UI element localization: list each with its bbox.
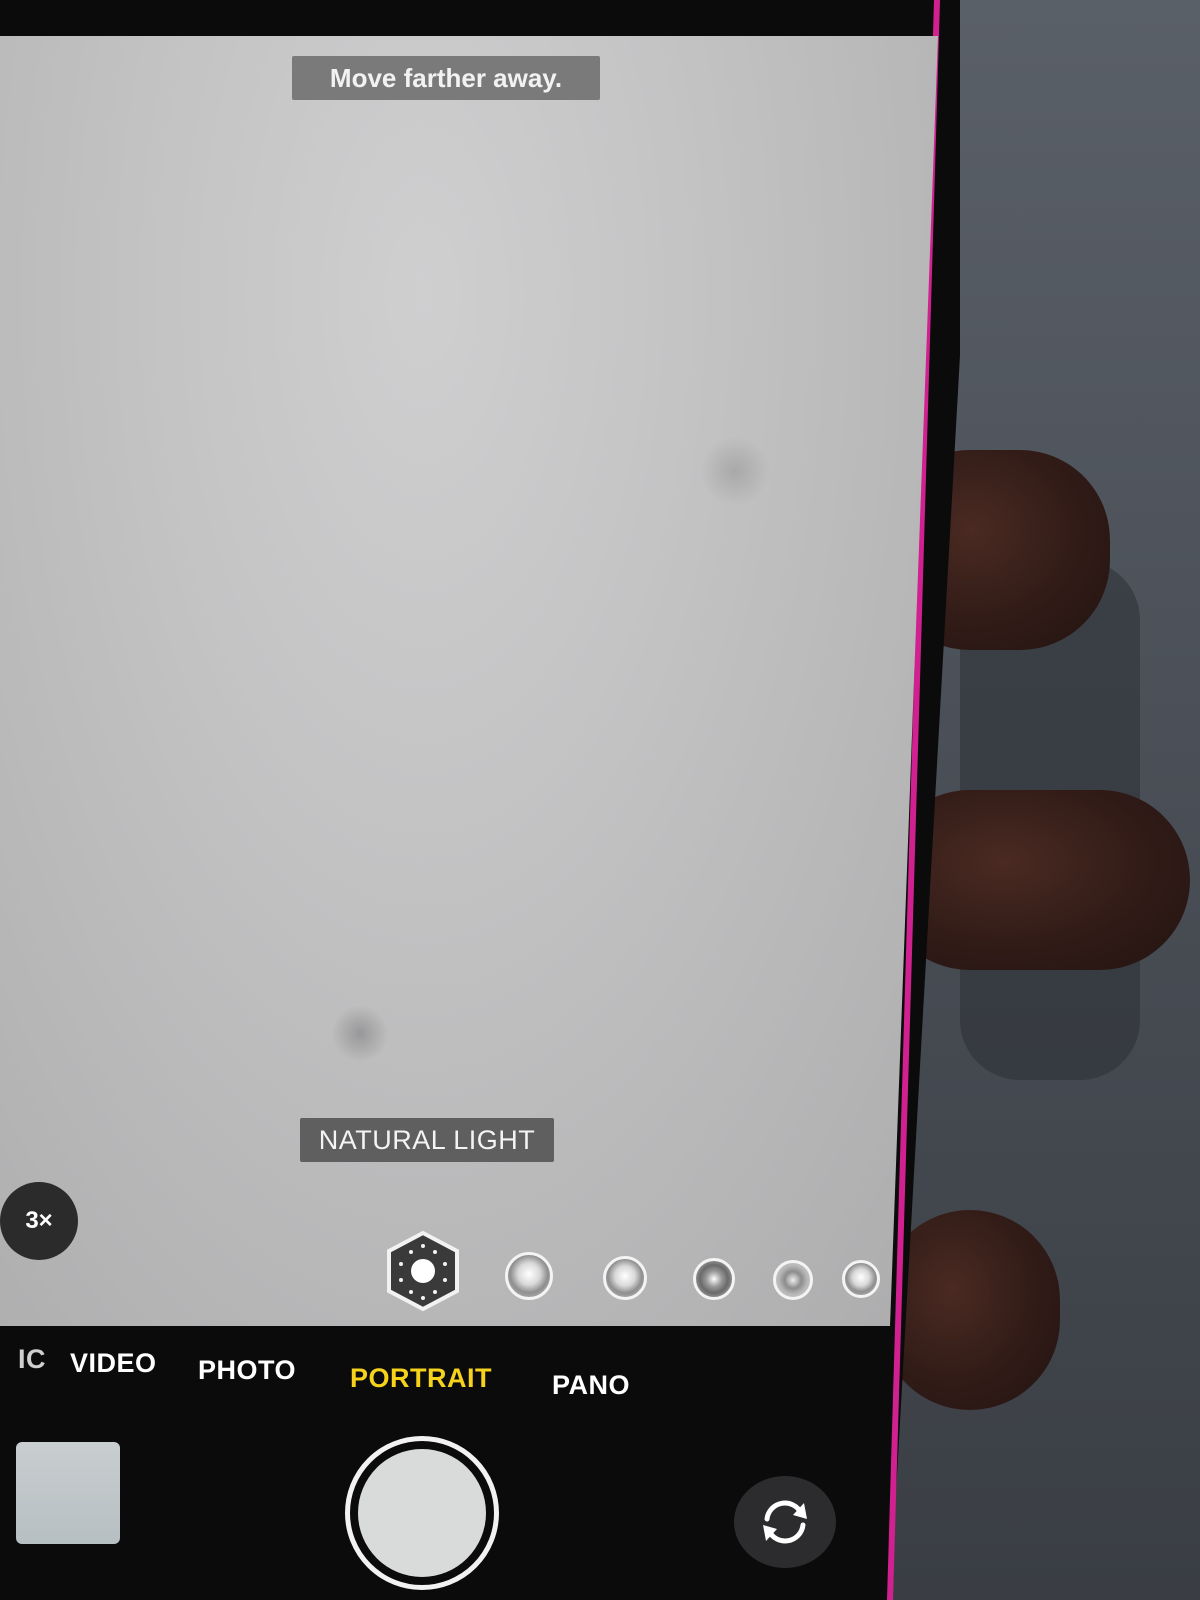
studio-light-icon[interactable] <box>505 1252 553 1300</box>
lens-smudge <box>330 1006 390 1061</box>
lens-smudge <box>700 436 770 506</box>
stage-light-icon[interactable] <box>693 1258 735 1300</box>
mode-portrait[interactable]: PORTRAIT <box>350 1363 492 1394</box>
mode-photo[interactable]: PHOTO <box>198 1355 296 1386</box>
contour-light-icon[interactable] <box>603 1256 647 1300</box>
stage-light-mono-icon[interactable] <box>773 1260 813 1300</box>
distance-hint-banner: Move farther away. <box>292 56 600 100</box>
lighting-effect-label: NATURAL LIGHT <box>300 1118 554 1162</box>
switch-camera-button[interactable] <box>734 1476 836 1568</box>
switch-camera-icon <box>763 1500 807 1544</box>
shutter-button-inner <box>358 1449 486 1577</box>
zoom-button[interactable]: 3× <box>0 1182 78 1260</box>
viewfinder[interactable]: Move farther away. NATURAL LIGHT 3× <box>0 36 938 1326</box>
high-key-light-mono-icon[interactable] <box>842 1260 880 1298</box>
camera-mode-selector[interactable]: IC VIDEO PHOTO PORTRAIT PANO <box>0 1330 900 1400</box>
portrait-lighting-dial[interactable] <box>385 1230 905 1320</box>
last-photo-thumbnail[interactable] <box>16 1442 120 1544</box>
mode-video[interactable]: VIDEO <box>70 1348 157 1379</box>
shutter-button[interactable] <box>345 1436 499 1590</box>
mode-partial[interactable]: IC <box>18 1344 46 1375</box>
mode-pano[interactable]: PANO <box>552 1370 630 1401</box>
camera-photo-scene: Move farther away. NATURAL LIGHT 3× IC V… <box>0 0 1200 1600</box>
natural-light-cube-icon[interactable] <box>385 1230 461 1312</box>
